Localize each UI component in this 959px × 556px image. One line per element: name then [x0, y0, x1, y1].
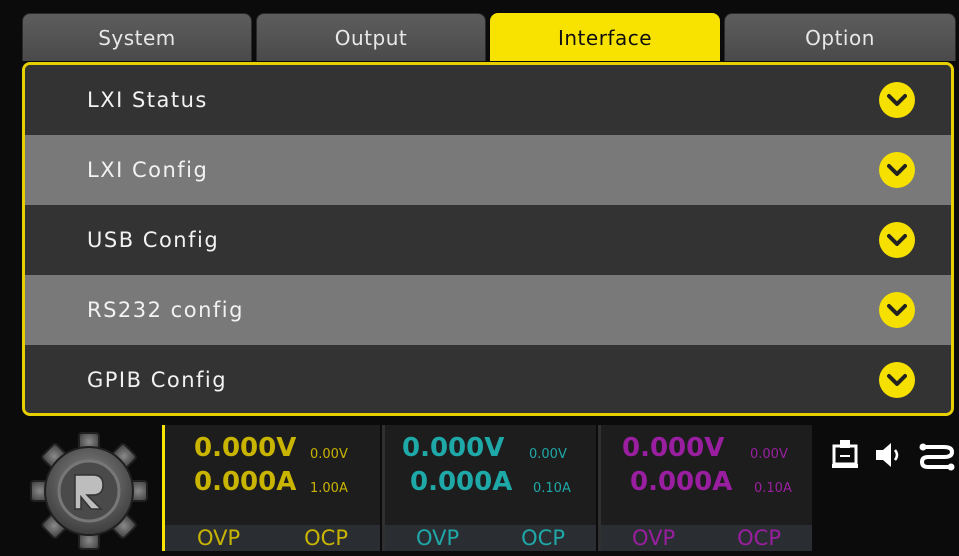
- channel-1-ovp[interactable]: OVP: [197, 526, 240, 550]
- channel-2-ovp[interactable]: OVP: [416, 526, 459, 550]
- tab-output[interactable]: Output: [256, 13, 486, 61]
- channel-2-voltage: 0.000V: [402, 433, 505, 463]
- tab-option[interactable]: Option: [724, 13, 956, 61]
- menu-item-label: USB Config: [87, 228, 220, 252]
- menu-item-label: RS232 config: [87, 298, 244, 322]
- channel-1-current-set: 1.00A: [310, 481, 348, 496]
- channel-2-panel[interactable]: 0.000V 0.000A 0.00V 0.10A OVP OCP: [382, 425, 596, 551]
- chevron-down-icon[interactable]: [879, 292, 915, 328]
- channel-3-ovp[interactable]: OVP: [632, 526, 675, 550]
- chevron-down-icon[interactable]: [879, 82, 915, 118]
- tab-system[interactable]: System: [22, 13, 252, 61]
- menu-item-lxi-status[interactable]: LXI Status: [25, 65, 951, 135]
- tab-interface[interactable]: Interface: [490, 13, 720, 61]
- interface-menu-panel: LXI Status LXI Config USB Config RS232 c…: [22, 62, 954, 416]
- channel-2-ocp[interactable]: OCP: [521, 526, 565, 550]
- channel-3-protection-bar: OVP OCP: [601, 525, 812, 551]
- channel-3-panel[interactable]: 0.000V 0.000A 0.00V 0.10A OVP OCP: [598, 425, 812, 551]
- menu-item-gpib-config[interactable]: GPIB Config: [25, 345, 951, 413]
- channel-2-protection-bar: OVP OCP: [385, 525, 596, 551]
- channel-1-current: 0.000A: [194, 467, 297, 497]
- channel-1-protection-bar: OVP OCP: [165, 525, 380, 551]
- tab-bar: System Output Interface Option: [22, 13, 958, 63]
- channel-1-voltage-set: 0.00V: [310, 447, 348, 462]
- home-gear-icon[interactable]: [28, 430, 150, 552]
- menu-item-rs232-config[interactable]: RS232 config: [25, 275, 951, 345]
- speaker-icon[interactable]: [874, 440, 906, 474]
- channel-2-current-set: 0.10A: [533, 481, 571, 496]
- status-icons: [828, 438, 958, 478]
- channel-1-voltage: 0.000V: [194, 433, 297, 463]
- chevron-down-icon[interactable]: [879, 362, 915, 398]
- channel-1-panel[interactable]: 0.000V 0.000A 0.00V 1.00A OVP OCP: [162, 425, 380, 551]
- menu-item-label: GPIB Config: [87, 368, 228, 392]
- channel-3-current-set: 0.10A: [754, 481, 792, 496]
- channel-1-ocp[interactable]: OCP: [304, 526, 348, 550]
- menu-item-lxi-config[interactable]: LXI Config: [25, 135, 951, 205]
- chevron-down-icon[interactable]: [879, 152, 915, 188]
- channel-2-current: 0.000A: [410, 467, 513, 497]
- menu-item-usb-config[interactable]: USB Config: [25, 205, 951, 275]
- channel-3-voltage-set: 0.00V: [750, 447, 788, 462]
- chevron-down-icon[interactable]: [879, 222, 915, 258]
- link-icon[interactable]: [918, 438, 956, 476]
- channel-3-current: 0.000A: [630, 467, 733, 497]
- menu-item-label: LXI Config: [87, 158, 209, 182]
- channel-3-ocp[interactable]: OCP: [737, 526, 781, 550]
- channel-2-voltage-set: 0.00V: [529, 447, 567, 462]
- lan-icon[interactable]: [828, 438, 862, 476]
- menu-item-label: LXI Status: [87, 88, 208, 112]
- channel-3-voltage: 0.000V: [622, 433, 725, 463]
